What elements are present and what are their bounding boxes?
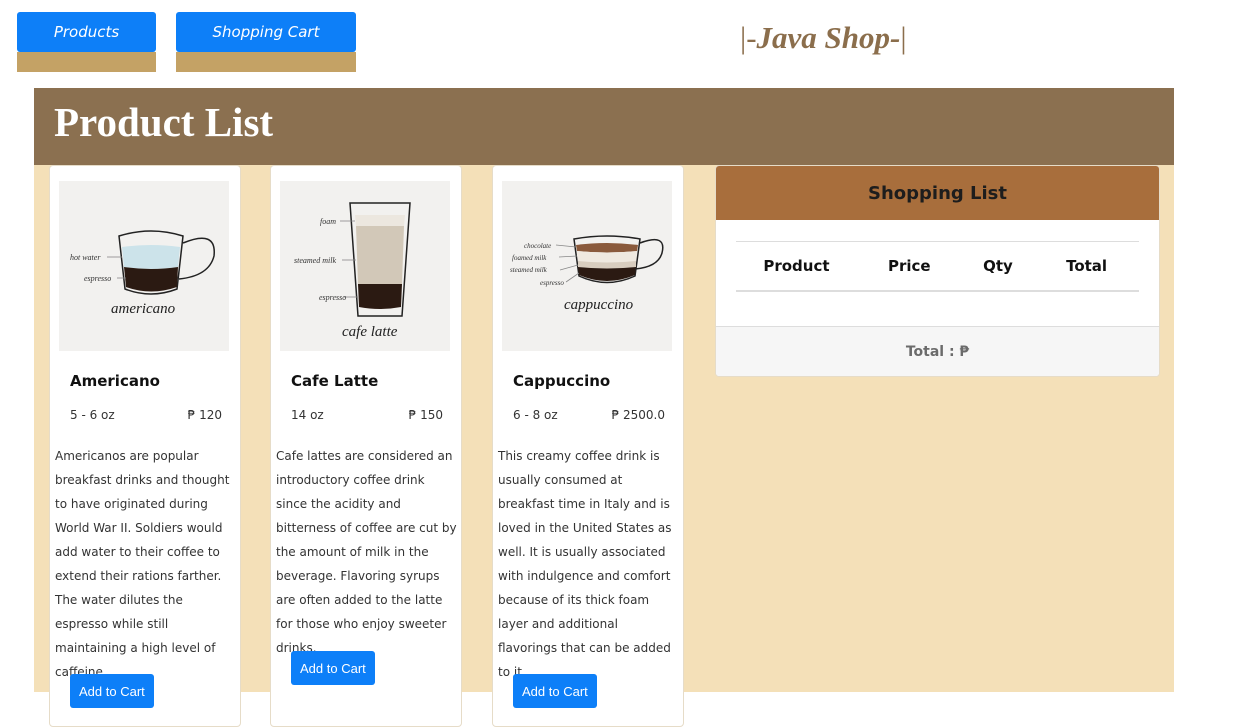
- product-name: Americano: [70, 372, 160, 390]
- product-name: Cafe Latte: [291, 372, 379, 390]
- brand-name: Java Shop-: [756, 20, 901, 55]
- product-price: ₱ 2500.0: [611, 408, 665, 422]
- product-price: ₱ 120: [187, 408, 222, 422]
- cappuccino-illustration: chocolate foamed milk steamed milk espre…: [502, 181, 672, 351]
- product-size: 5 - 6 oz: [70, 408, 115, 422]
- product-card-cafe-latte: foam steamed milk espresso cafe latte Ca…: [270, 165, 462, 727]
- cappuccino-label-chocolate: chocolate: [524, 242, 551, 250]
- product-description: Cafe lattes are considered an introducto…: [276, 449, 457, 655]
- shopping-list-panel: Shopping List Product Price Qty Total To…: [715, 165, 1160, 377]
- page-header: Product List: [34, 88, 1174, 165]
- product-description: Americanos are popular breakfast drinks …: [55, 449, 230, 679]
- cappuccino-label-espresso: espresso: [540, 279, 564, 287]
- product-size: 14 oz: [291, 408, 324, 422]
- americano-label-hot-water: hot water: [70, 253, 101, 262]
- cappuccino-script: cappuccino: [564, 297, 634, 313]
- add-to-cart-button-cafe-latte[interactable]: Add to Cart: [291, 651, 375, 685]
- latte-label-steamed-milk: steamed milk: [294, 256, 336, 265]
- latte-label-foam: foam: [320, 217, 336, 226]
- shopping-cart-nav-underline: [176, 52, 356, 72]
- shopping-list-title: Shopping List: [716, 166, 1159, 220]
- product-size: 6 - 8 oz: [513, 408, 558, 422]
- product-description: This creamy coffee drink is usually cons…: [498, 449, 672, 679]
- products-nav-button[interactable]: Products: [17, 12, 156, 72]
- column-header-qty: Qty: [961, 241, 1035, 292]
- cappuccino-label-steamed-milk: steamed milk: [510, 266, 548, 274]
- add-to-cart-button-cappuccino[interactable]: Add to Cart: [513, 674, 597, 708]
- column-header-product: Product: [736, 241, 857, 292]
- column-header-total: Total: [1034, 241, 1139, 292]
- column-header-price: Price: [856, 241, 962, 292]
- product-card-americano: hot water espresso americano Americano 5…: [49, 165, 241, 727]
- shopping-list-total: Total : ₱: [716, 326, 1159, 376]
- shopping-list-table: Product Price Qty Total: [736, 241, 1139, 292]
- product-name: Cappuccino: [513, 372, 611, 390]
- products-nav-underline: [17, 52, 156, 72]
- shopping-cart-nav-button[interactable]: Shopping Cart: [176, 12, 356, 72]
- americano-script: americano: [111, 301, 176, 317]
- brand-prefix: |-: [740, 20, 757, 55]
- products-nav-label[interactable]: Products: [17, 12, 156, 52]
- cafe-latte-illustration: foam steamed milk espresso cafe latte: [280, 181, 450, 351]
- add-to-cart-button-americano[interactable]: Add to Cart: [70, 674, 154, 708]
- americano-illustration: hot water espresso americano: [59, 181, 229, 351]
- main-content: hot water espresso americano Americano 5…: [34, 165, 1174, 727]
- cappuccino-label-foamed-milk: foamed milk: [512, 254, 547, 262]
- brand-suffix: |: [900, 20, 907, 55]
- product-price: ₱ 150: [408, 408, 443, 422]
- shop-brand-title: |-Java Shop-|: [740, 20, 907, 56]
- latte-label-espresso: espresso: [319, 293, 346, 302]
- latte-script: cafe latte: [342, 324, 398, 340]
- americano-label-espresso: espresso: [84, 274, 111, 283]
- shopping-cart-nav-label[interactable]: Shopping Cart: [176, 12, 356, 52]
- page-title: Product List: [54, 99, 274, 145]
- product-card-cappuccino: chocolate foamed milk steamed milk espre…: [492, 165, 684, 727]
